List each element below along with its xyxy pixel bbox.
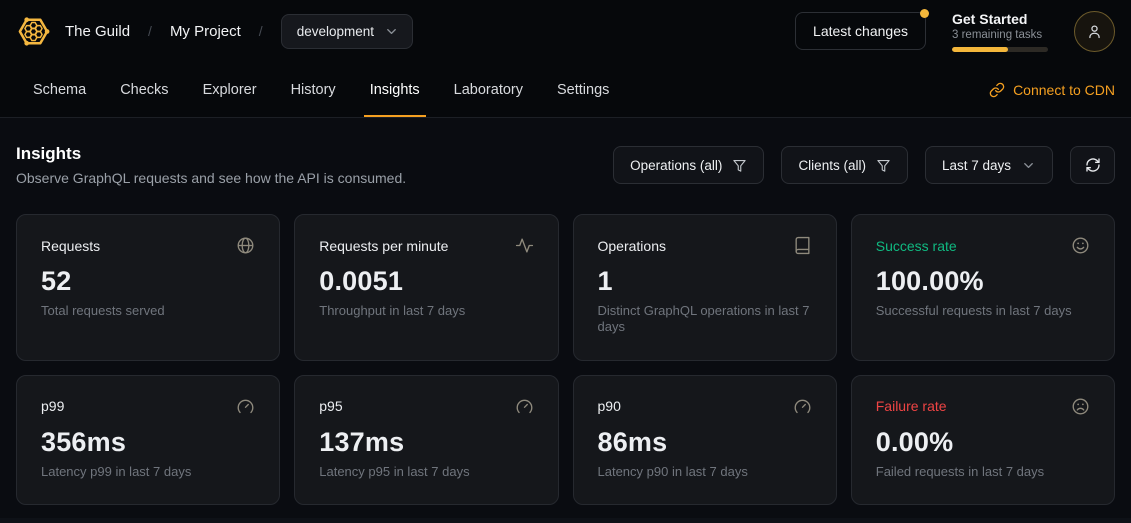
metric-card-title: Success rate [876,238,957,254]
metric-card-value: 86ms [598,427,812,458]
target-selector-value: development [297,24,374,39]
metric-card-value: 52 [41,266,255,297]
tab-laboratory[interactable]: Laboratory [437,62,540,117]
metric-card-title: p95 [319,398,342,414]
get-started-widget[interactable]: Get Started 3 remaining tasks [952,11,1048,52]
metric-card-value: 1 [598,266,812,297]
metric-card-description: Latency p90 in last 7 days [598,464,812,480]
metric-card: p95 137ms Latency p95 in last 7 days [294,375,558,505]
breadcrumb-project[interactable]: My Project [170,23,241,40]
get-started-title: Get Started [952,11,1048,27]
metric-card-description: Latency p95 in last 7 days [319,464,533,480]
user-avatar[interactable] [1074,11,1115,52]
header-right: Latest changes Get Started 3 remaining t… [795,11,1115,52]
metric-card-title: Requests [41,238,100,254]
get-started-progress-bar [952,47,1048,52]
chevron-down-icon [384,24,399,39]
metric-card-title: Failure rate [876,398,947,414]
book-icon [793,236,812,255]
metric-card-description: Successful requests in last 7 days [876,303,1090,319]
frown-icon [1071,397,1090,416]
filter-funnel-icon [732,158,747,173]
link-icon [989,82,1005,98]
period-selector-label: Last 7 days [942,158,1011,173]
metric-card-description: Failed requests in last 7 days [876,464,1090,480]
page-subtitle: Observe GraphQL requests and see how the… [16,170,406,186]
metric-card: Requests per minute 0.0051 Throughput in… [294,214,558,361]
metric-card-title: p90 [598,398,621,414]
period-selector-button[interactable]: Last 7 days [925,146,1053,184]
metric-card-value: 137ms [319,427,533,458]
metric-card-description: Distinct GraphQL operations in last 7 da… [598,303,812,336]
filter-funnel-icon [876,158,891,173]
target-selector[interactable]: development [281,14,413,49]
metric-card: p99 356ms Latency p99 in last 7 days [16,375,280,505]
breadcrumb: The Guild / My Project / development [65,14,413,49]
connect-cdn-label: Connect to CDN [1013,82,1115,98]
metric-card-title: p99 [41,398,64,414]
refresh-icon [1085,157,1101,173]
filters: Operations (all) Clients (all) Last 7 da… [613,146,1115,184]
chevron-down-icon [1021,158,1036,173]
app-header: The Guild / My Project / development Lat… [0,0,1131,62]
notification-dot-icon [920,9,929,18]
metric-card-value: 0.00% [876,427,1090,458]
tabs: SchemaChecksExplorerHistoryInsightsLabor… [16,62,626,117]
next-section-edge [0,518,1131,523]
person-icon [1086,23,1103,40]
metric-card-value: 356ms [41,427,255,458]
top-chrome: The Guild / My Project / development Lat… [0,0,1131,118]
gauge-icon [515,397,534,416]
breadcrumb-separator: / [259,23,263,39]
clients-filter-button[interactable]: Clients (all) [781,146,908,184]
operations-filter-label: Operations (all) [630,158,722,173]
metric-cards-grid: Requests 52 Total requests served Reques… [16,214,1115,505]
metric-card-description: Throughput in last 7 days [319,303,533,319]
get-started-subtitle: 3 remaining tasks [952,29,1048,41]
smile-icon [1071,236,1090,255]
metric-card: Operations 1 Distinct GraphQL operations… [573,214,837,361]
page-title: Insights [16,144,406,164]
page-title-block: Insights Observe GraphQL requests and se… [16,144,406,186]
metric-card-title: Requests per minute [319,238,448,254]
gauge-icon [236,397,255,416]
latest-changes-label: Latest changes [813,23,908,39]
tab-settings[interactable]: Settings [540,62,626,117]
operations-filter-button[interactable]: Operations (all) [613,146,764,184]
page-head: Insights Observe GraphQL requests and se… [16,144,1115,186]
gauge-icon [793,397,812,416]
activity-icon [515,236,534,255]
get-started-progress-fill [952,47,1008,52]
insights-page: Insights Observe GraphQL requests and se… [0,118,1131,505]
latest-changes-button[interactable]: Latest changes [795,12,926,50]
globe-icon [236,236,255,255]
metric-card-description: Total requests served [41,303,255,319]
metric-card-value: 0.0051 [319,266,533,297]
metric-card-title: Operations [598,238,666,254]
hive-logo-icon[interactable] [16,14,51,49]
tab-history[interactable]: History [274,62,353,117]
refresh-button[interactable] [1070,146,1115,184]
metric-card-description: Latency p99 in last 7 days [41,464,255,480]
metric-card: Success rate 100.00% Successful requests… [851,214,1115,361]
clients-filter-label: Clients (all) [798,158,866,173]
breadcrumb-org[interactable]: The Guild [65,23,130,40]
metric-card: Requests 52 Total requests served [16,214,280,361]
tab-schema[interactable]: Schema [16,62,103,117]
connect-cdn-link[interactable]: Connect to CDN [989,62,1115,117]
tab-explorer[interactable]: Explorer [186,62,274,117]
tab-insights[interactable]: Insights [353,62,437,117]
metric-card-value: 100.00% [876,266,1090,297]
breadcrumb-separator: / [148,23,152,39]
tab-bar: SchemaChecksExplorerHistoryInsightsLabor… [0,62,1131,118]
tab-checks[interactable]: Checks [103,62,185,117]
metric-card: p90 86ms Latency p90 in last 7 days [573,375,837,505]
metric-card: Failure rate 0.00% Failed requests in la… [851,375,1115,505]
